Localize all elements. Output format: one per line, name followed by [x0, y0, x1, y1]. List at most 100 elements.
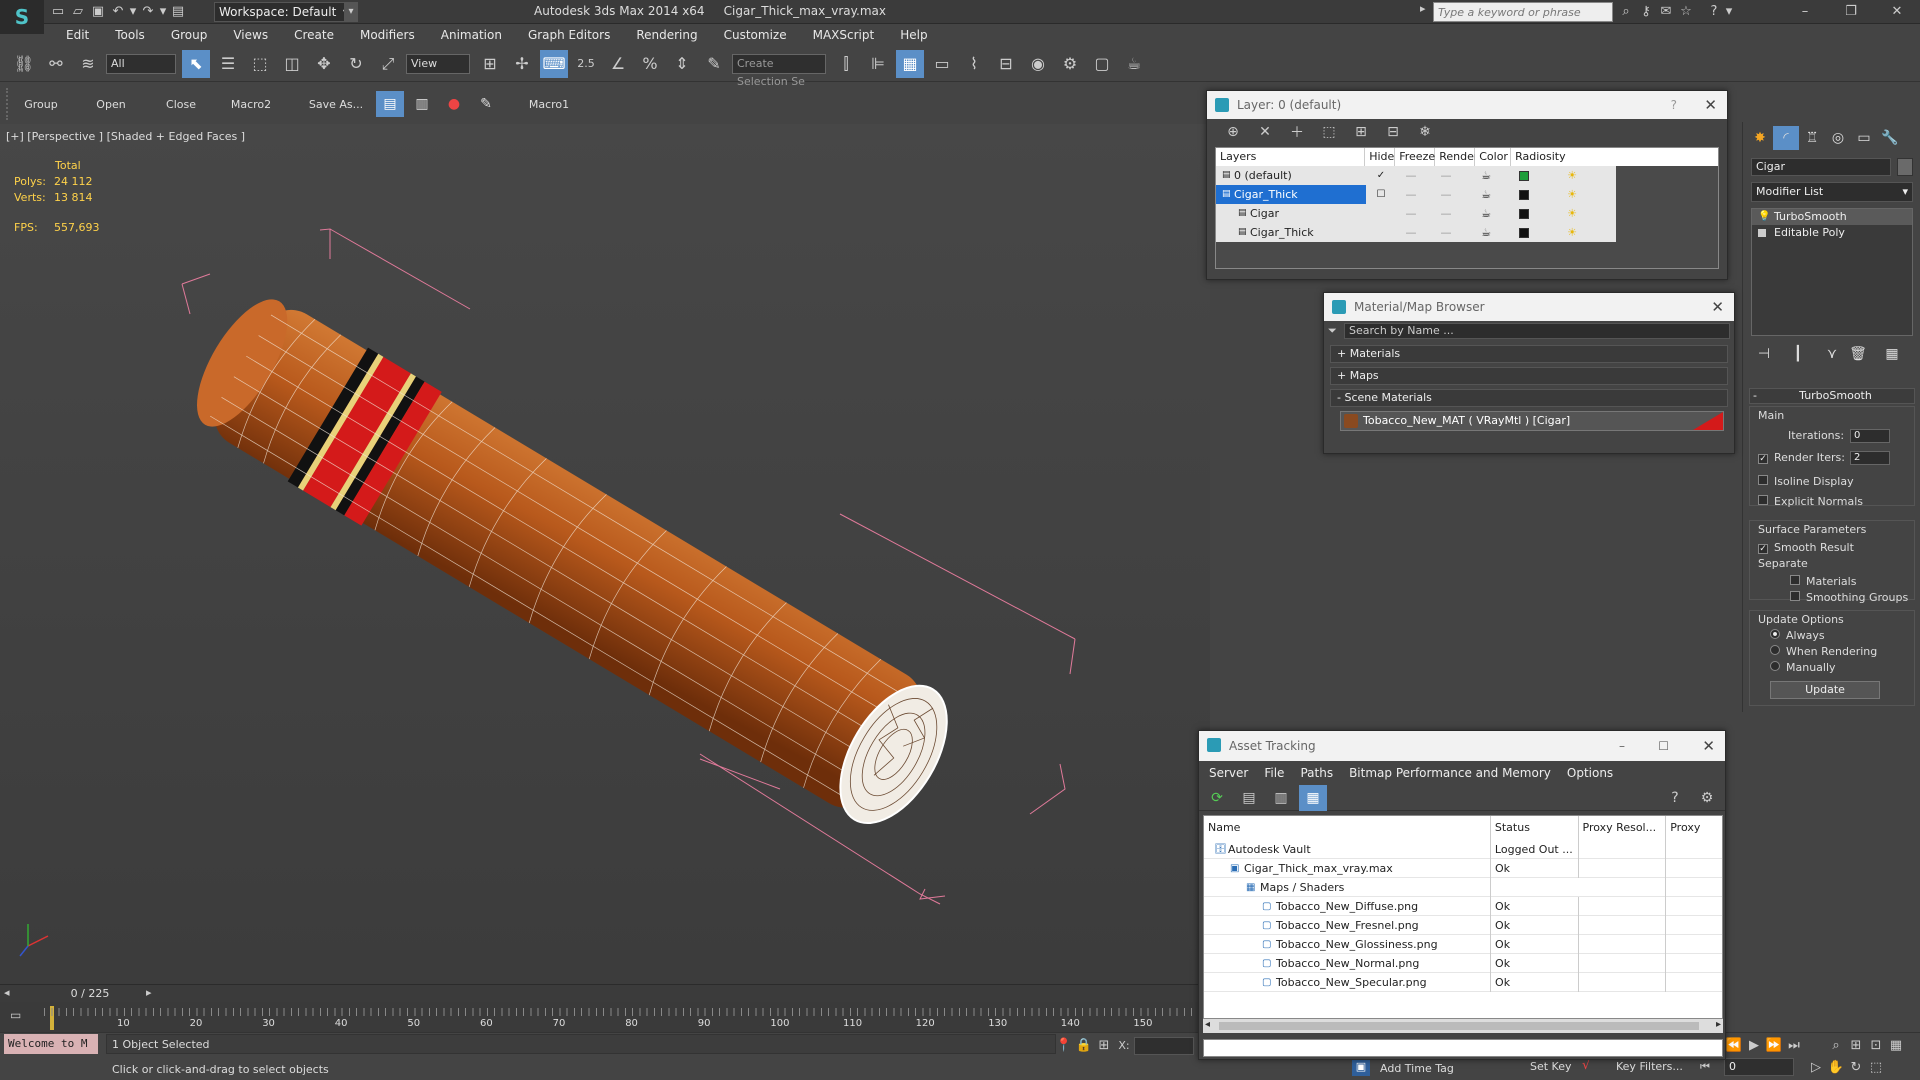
- close-icon[interactable]: ✕: [1711, 293, 1724, 321]
- col-status[interactable]: Status: [1490, 815, 1579, 840]
- show-end-result-icon[interactable]: ┃: [1785, 342, 1811, 366]
- explicit-normals-row[interactable]: Explicit Normals: [1758, 495, 1863, 508]
- col-hide[interactable]: Hide: [1365, 148, 1396, 166]
- pin-stack-icon[interactable]: ⊣: [1751, 342, 1777, 366]
- maps-section[interactable]: + Maps: [1330, 367, 1728, 385]
- brush-icon[interactable]: ✎: [472, 91, 500, 117]
- save-as-button[interactable]: Save As...: [296, 98, 376, 111]
- asset-row[interactable]: ▢ Tobacco_New_Glossiness.png Ok: [1204, 934, 1722, 954]
- hide-all-icon[interactable]: ⊟: [1379, 119, 1407, 145]
- open-group-button[interactable]: Open: [76, 98, 146, 111]
- scroll-thumb[interactable]: [1219, 1022, 1699, 1030]
- asset-row[interactable]: ▢ Tobacco_New_Specular.png Ok: [1204, 972, 1722, 992]
- col-layers[interactable]: Layers: [1216, 148, 1366, 166]
- add-time-tag[interactable]: Add Time Tag: [1380, 1062, 1454, 1075]
- col-freeze[interactable]: Freeze: [1395, 148, 1436, 166]
- help-dropdown-icon[interactable]: ▾: [1724, 2, 1734, 22]
- create-layer-icon[interactable]: ⊕: [1219, 119, 1247, 145]
- freeze-toggle[interactable]: —: [1426, 166, 1466, 185]
- current-frame-field[interactable]: 0: [1724, 1058, 1794, 1076]
- next-key-icon[interactable]: ⏩: [1764, 1036, 1784, 1056]
- smooth-result-checkbox[interactable]: ✓: [1758, 544, 1768, 554]
- menu-item-maxscript[interactable]: MAXScript: [800, 24, 888, 46]
- asset-tracking-titlebar[interactable]: Asset Tracking – ☐ ✕: [1199, 731, 1725, 761]
- hierarchy-tab-icon[interactable]: ♖: [1799, 126, 1825, 150]
- smooth-result-row[interactable]: ✓ Smooth Result: [1758, 541, 1854, 554]
- communication-icon[interactable]: ✉: [1656, 2, 1676, 22]
- isoline-checkbox[interactable]: [1758, 475, 1768, 485]
- close-icon[interactable]: ✕: [1704, 91, 1717, 119]
- object-name-field[interactable]: Cigar: [1751, 158, 1891, 176]
- zoom-extents-icon[interactable]: ⊡: [1866, 1036, 1886, 1056]
- col-color[interactable]: Color: [1475, 148, 1512, 166]
- graphite-ribbon-icon[interactable]: ▭: [928, 50, 956, 78]
- details-view-icon[interactable]: ▥: [1267, 785, 1295, 811]
- render-iters-row[interactable]: ✓ Render Iters:: [1758, 451, 1845, 464]
- keyboard-shortcut-toggle-icon[interactable]: ⌨: [540, 49, 568, 78]
- unlink-icon[interactable]: ⚯: [42, 50, 70, 78]
- search-expand-icon[interactable]: ▸: [1420, 2, 1426, 15]
- isoline-row[interactable]: Isoline Display: [1758, 475, 1854, 488]
- modify-tab-icon[interactable]: ◜: [1773, 126, 1799, 150]
- render-teapot-icon[interactable]: ☕: [1466, 166, 1506, 185]
- prev-frame-icon[interactable]: ◂: [4, 986, 10, 999]
- col-proxy-status[interactable]: Proxy Stat: [1666, 815, 1723, 858]
- layer-color-swatch[interactable]: [1506, 170, 1542, 181]
- layer-color-swatch[interactable]: [1506, 189, 1542, 200]
- freeze-all-icon[interactable]: ❄: [1411, 119, 1439, 145]
- scene-material-item[interactable]: Tobacco_New_MAT ( VRayMtl ) [Cigar]: [1340, 411, 1724, 431]
- asset-row[interactable]: 🗄 Autodesk Vault Logged Out ...: [1204, 839, 1722, 859]
- mini-curve-editor-icon[interactable]: ▭: [10, 1008, 32, 1024]
- minimize-icon[interactable]: –: [1619, 731, 1625, 761]
- refresh-icon[interactable]: ⟳: [1203, 785, 1231, 811]
- key-filters-button[interactable]: Key Filters...: [1616, 1060, 1683, 1073]
- menu-item-graph-editors[interactable]: Graph Editors: [515, 24, 623, 46]
- asset-row[interactable]: ▢ Tobacco_New_Normal.png Ok: [1204, 953, 1722, 973]
- menu-item-tools[interactable]: Tools: [102, 24, 158, 46]
- toolbar-grip[interactable]: [6, 88, 10, 120]
- remove-modifier-icon[interactable]: 🗑: [1845, 342, 1871, 366]
- curve-editor-icon[interactable]: ⌇: [960, 50, 988, 78]
- material-search-input[interactable]: Search by Name ...: [1344, 323, 1730, 339]
- macro2-button[interactable]: Macro2: [216, 98, 286, 111]
- scene-materials-section[interactable]: - Scene Materials: [1330, 389, 1728, 407]
- prev-key-icon[interactable]: ⏪: [1724, 1036, 1744, 1056]
- layer-name[interactable]: ▤ Cigar_Thick: [1216, 223, 1366, 242]
- separate-materials-row[interactable]: Materials: [1790, 575, 1856, 588]
- list-view-icon[interactable]: ▤: [1235, 785, 1263, 811]
- isolate-selection-icon[interactable]: 📍: [1054, 1036, 1074, 1056]
- configure-sets-icon[interactable]: ▦: [1879, 342, 1905, 366]
- set-key-button[interactable]: Set Key: [1530, 1060, 1572, 1073]
- bind-spacewarp-icon[interactable]: ≋: [74, 50, 102, 78]
- add-to-layer-icon[interactable]: ＋: [1283, 119, 1311, 145]
- close-icon[interactable]: ✕: [1702, 731, 1715, 761]
- render-iters-checkbox[interactable]: ✓: [1758, 454, 1768, 464]
- time-slider-thumb[interactable]: 0 / 225: [60, 986, 120, 1002]
- material-browser-titlebar[interactable]: Material/Map Browser ✕: [1324, 293, 1734, 321]
- expand-icon[interactable]: [1758, 229, 1766, 237]
- track-bar[interactable]: ▭ 10 20 30 40 50 60 70 80 90 100 110 120 130 140 150: [0, 1002, 1200, 1032]
- pan-icon[interactable]: ✋: [1826, 1058, 1846, 1078]
- select-by-name-icon[interactable]: ☰: [214, 50, 242, 78]
- hide-toggle[interactable]: —: [1396, 223, 1426, 242]
- motion-tab-icon[interactable]: ◎: [1825, 126, 1851, 150]
- material-editor-icon[interactable]: ◉: [1024, 50, 1052, 78]
- layer-list-icon[interactable]: ▤: [376, 91, 404, 117]
- always-radio[interactable]: [1770, 629, 1780, 639]
- mirror-icon[interactable]: ⫿: [832, 50, 860, 78]
- menu-item-create[interactable]: Create: [281, 24, 347, 46]
- goto-end-icon[interactable]: ⏭: [1784, 1036, 1804, 1056]
- menu-item-views[interactable]: Views: [220, 24, 281, 46]
- layer-color-swatch[interactable]: [1506, 208, 1542, 219]
- maximize-icon[interactable]: ☐: [1658, 731, 1669, 761]
- smoothing-groups-row[interactable]: Smoothing Groups: [1790, 591, 1908, 604]
- freeze-toggle[interactable]: —: [1426, 204, 1466, 223]
- explicit-normals-checkbox[interactable]: [1758, 495, 1768, 505]
- zoom-extents-all-icon[interactable]: ▦: [1886, 1036, 1906, 1056]
- named-selection-set-dropdown[interactable]: Create Selection Se: [732, 53, 826, 88]
- angle-snap-icon[interactable]: ∠: [604, 50, 632, 78]
- render-teapot-icon[interactable]: ☕: [1466, 204, 1506, 223]
- minimize-icon[interactable]: –: [1782, 0, 1828, 24]
- utilities-tab-icon[interactable]: 🔧: [1877, 126, 1903, 150]
- close-group-button[interactable]: Close: [146, 98, 216, 111]
